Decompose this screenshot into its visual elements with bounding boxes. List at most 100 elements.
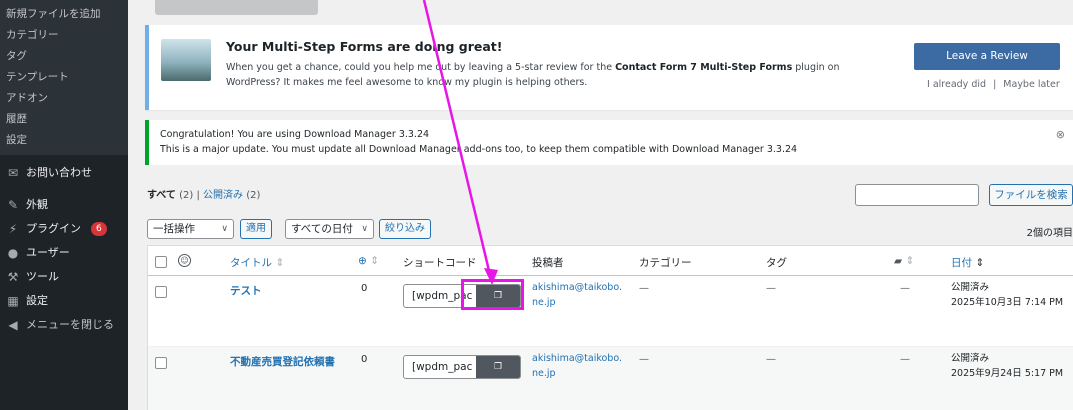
submenu-addons[interactable]: アドオン	[0, 88, 128, 109]
submenu-templates[interactable]: テンプレート	[0, 67, 128, 88]
row-date: 公開済み 2025年9月24日 5:17 PM	[951, 351, 1063, 381]
row-status: 公開済み	[951, 353, 990, 364]
menu-appearance[interactable]: ✎ 外観	[0, 193, 128, 217]
submenu-history[interactable]: 履歴	[0, 109, 128, 130]
table-row: 不動産売買登記依頼書 0 [wpdm_pac ❐ akishima@taikob…	[148, 347, 1073, 410]
date-filter-value: すべての日付	[291, 223, 353, 235]
menu-label: 設定	[26, 294, 48, 307]
menu-settings[interactable]: ▦ 設定	[0, 289, 128, 313]
menu-contact[interactable]: ✉ お問い合わせ	[0, 161, 128, 185]
dismiss-icon[interactable]: ⊗	[1056, 128, 1065, 141]
review-notice-body: When you get a chance, could you help me…	[226, 60, 866, 90]
filter-button[interactable]: 絞り込み	[379, 219, 431, 239]
date-filter-select[interactable]: すべての日付 ∨	[285, 219, 374, 239]
filter-published-link[interactable]: 公開済み	[203, 190, 243, 201]
menu-label: メニューを閉じる	[26, 318, 114, 331]
submenu-tags[interactable]: タグ	[0, 46, 128, 67]
sort-icon: ⇕	[275, 257, 285, 269]
row-author[interactable]: akishima@taikobo.ne.jp	[532, 351, 627, 381]
leave-review-button[interactable]: Leave a Review	[914, 43, 1060, 70]
search-input[interactable]	[855, 184, 979, 206]
row-download-count: 0	[361, 354, 368, 365]
maybe-later-link[interactable]: Maybe later	[1003, 79, 1059, 90]
table-row: テスト 0 [wpdm_pac ❐ akishima@taikobo.ne.jp…	[148, 277, 1073, 347]
row-checkbox[interactable]	[155, 286, 167, 298]
row-comments: —	[900, 354, 910, 365]
image-column-icon: ☺	[178, 254, 191, 267]
column-tags: タグ	[766, 257, 787, 269]
row-comments: —	[900, 283, 910, 294]
select-all-checkbox[interactable]	[155, 256, 167, 268]
downloads-table: ☺ タイトル ⇕ ⊕ ⇕ ショートコード 投稿者 カテゴリー タグ ▰ ⇕ 日付…	[147, 245, 1073, 410]
column-title-label: タイトル	[230, 257, 272, 269]
items-count: 2個の項目	[1026, 228, 1073, 239]
row-date-value: 2025年9月24日 5:17 PM	[951, 368, 1064, 379]
user-icon: ●	[7, 246, 19, 260]
row-status: 公開済み	[951, 282, 990, 293]
submenu-categories[interactable]: カテゴリー	[0, 25, 128, 46]
main-content: Your Multi-Step Forms are doing great! W…	[128, 0, 1073, 410]
copy-icon[interactable]: ❐	[476, 356, 520, 378]
settings-icon: ▦	[7, 294, 19, 308]
table-header: ☺ タイトル ⇕ ⊕ ⇕ ショートコード 投稿者 カテゴリー タグ ▰ ⇕ 日付…	[148, 246, 1073, 276]
shortcode-text: [wpdm_pac	[412, 361, 472, 373]
chevron-down-icon: ∨	[361, 224, 368, 234]
shortcode-field[interactable]: [wpdm_pac ❐	[403, 355, 521, 379]
plugin-banner-image	[161, 39, 211, 81]
menu-plugins[interactable]: ⚡ プラグイン 6	[0, 217, 128, 241]
row-download-count: 0	[361, 283, 368, 294]
submenu-settings[interactable]: 設定	[0, 130, 128, 151]
column-date-label: 日付	[951, 257, 972, 269]
row-title-link[interactable]: 不動産売買登記依頼書	[230, 354, 335, 369]
update-notice: Congratulation! You are using Download M…	[145, 120, 1073, 165]
review-notice: Your Multi-Step Forms are doing great! W…	[145, 25, 1073, 110]
brush-icon: ✎	[7, 198, 19, 212]
column-category: カテゴリー	[639, 257, 692, 269]
row-checkbox[interactable]	[155, 357, 167, 369]
update-notice-line1: Congratulation! You are using Download M…	[160, 129, 430, 140]
admin-sidebar: 新規ファイルを追加 カテゴリー タグ テンプレート アドオン 履歴 設定 ✉ お…	[0, 0, 128, 410]
menu-label: プラグイン	[26, 222, 81, 235]
menu-label: お問い合わせ	[26, 166, 92, 179]
status-filter-links: すべて (2) | 公開済み (2)	[147, 186, 260, 201]
column-date[interactable]: 日付 ⇕	[951, 255, 984, 270]
row-title-link[interactable]: テスト	[230, 283, 262, 298]
review-links: I already did | Maybe later	[927, 79, 1060, 90]
row-tags: —	[766, 283, 776, 294]
update-count-badge: 6	[91, 222, 107, 236]
downloads-column-icon[interactable]: ⊕ ⇕	[358, 255, 379, 267]
apply-button[interactable]: 適用	[240, 219, 272, 239]
filter-published-count: (2)	[246, 190, 261, 201]
row-date-value: 2025年10月3日 7:14 PM	[951, 297, 1064, 308]
menu-collapse[interactable]: ◀ メニューを閉じる	[0, 313, 128, 337]
bulk-action-value: 一括操作	[153, 223, 195, 235]
annotation-highlight-box	[461, 279, 524, 310]
filter-all-link[interactable]: すべて	[147, 190, 176, 201]
update-notice-line2: This is a major update. You must update …	[160, 144, 798, 155]
sort-icon: ⇕	[975, 257, 985, 269]
chevron-down-icon: ∨	[221, 224, 228, 234]
menu-label: ユーザー	[26, 246, 70, 259]
column-shortcode: ショートコード	[403, 257, 477, 269]
search-files-button[interactable]: ファイルを検索	[989, 184, 1073, 206]
mail-icon: ✉	[7, 166, 19, 180]
top-tab-stub	[155, 0, 318, 15]
wrench-icon: ⚒	[7, 270, 19, 284]
row-tags: —	[766, 354, 776, 365]
plugin-icon: ⚡	[8, 222, 18, 236]
link-separator: |	[993, 79, 997, 90]
comment-column-icon[interactable]: ▰ ⇕	[894, 255, 914, 267]
row-category: —	[639, 354, 649, 365]
row-author[interactable]: akishima@taikobo.ne.jp	[532, 280, 627, 310]
already-did-link[interactable]: I already did	[927, 79, 986, 90]
submenu-add-new[interactable]: 新規ファイルを追加	[0, 4, 128, 25]
column-title[interactable]: タイトル ⇕	[230, 255, 284, 270]
review-text-plugin-name: Contact Form 7 Multi-Step Forms	[615, 62, 793, 73]
row-category: —	[639, 283, 649, 294]
review-notice-title: Your Multi-Step Forms are doing great!	[226, 39, 503, 54]
downloads-submenu: 新規ファイルを追加 カテゴリー タグ テンプレート アドオン 履歴 設定	[0, 0, 128, 155]
bulk-action-select[interactable]: 一括操作 ∨	[147, 219, 234, 239]
menu-users[interactable]: ● ユーザー	[0, 241, 128, 265]
menu-tools[interactable]: ⚒ ツール	[0, 265, 128, 289]
column-author: 投稿者	[532, 257, 564, 269]
